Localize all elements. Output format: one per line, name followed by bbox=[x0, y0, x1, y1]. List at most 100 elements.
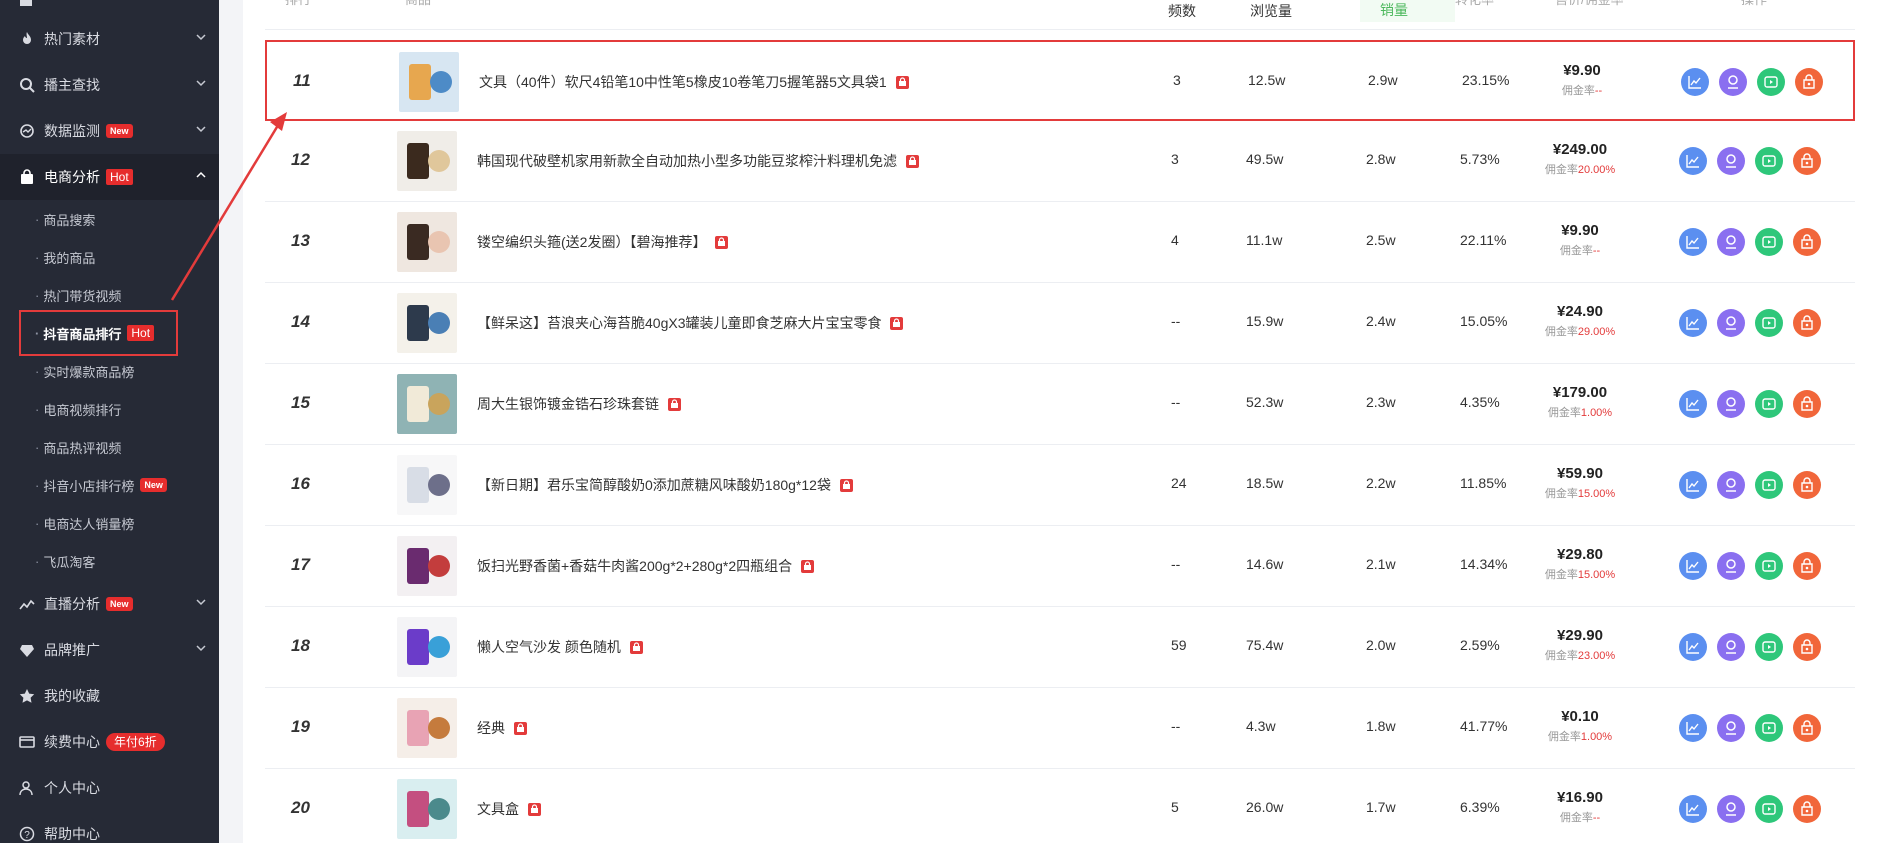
product-title-text[interactable]: 文具（40件）软尺4铅笔10中性笔5橡皮10卷笔刀5握笔器5文具袋1 bbox=[479, 72, 887, 92]
product-title[interactable]: 韩国现代破壁机家用新款全自动加热小型多功能豆浆榨汁料理机免滤 bbox=[477, 151, 920, 171]
shop-icon[interactable] bbox=[895, 75, 910, 90]
video-button[interactable] bbox=[1755, 552, 1783, 580]
shop-button[interactable] bbox=[1793, 552, 1821, 580]
product-title-text[interactable]: 韩国现代破壁机家用新款全自动加热小型多功能豆浆榨汁料理机免滤 bbox=[477, 151, 897, 171]
product-thumbnail[interactable] bbox=[397, 617, 457, 677]
video-button[interactable] bbox=[1755, 471, 1783, 499]
trend-chart-button[interactable] bbox=[1679, 228, 1707, 256]
table-row[interactable]: 13 镂空编织头箍(送2发圈）【碧海推荐】 4 11.1w 2.5w 22.11… bbox=[265, 202, 1855, 283]
product-thumbnail[interactable] bbox=[397, 698, 457, 758]
product-thumbnail[interactable] bbox=[397, 212, 457, 272]
product-title[interactable]: 饭扫光野香菌+香菇牛肉酱200g*2+280g*2四瓶组合 bbox=[477, 556, 815, 576]
shop-button[interactable] bbox=[1793, 390, 1821, 418]
anchor-button[interactable] bbox=[1717, 552, 1745, 580]
video-button[interactable] bbox=[1757, 68, 1785, 96]
sidebar-item-live-analysis[interactable]: 直播分析 New bbox=[0, 581, 219, 627]
shop-button[interactable] bbox=[1793, 714, 1821, 742]
video-button[interactable] bbox=[1755, 147, 1783, 175]
shop-icon[interactable] bbox=[714, 235, 729, 250]
table-row[interactable]: 17 饭扫光野香菌+香菇牛肉酱200g*2+280g*2四瓶组合 -- 14.6… bbox=[265, 526, 1855, 607]
sidebar-item-brand-promo[interactable]: 品牌推广 bbox=[0, 627, 219, 673]
anchor-button[interactable] bbox=[1717, 795, 1745, 823]
sub-item-hot-videos[interactable]: · 热门带货视频 bbox=[0, 276, 219, 314]
trend-chart-button[interactable] bbox=[1679, 552, 1707, 580]
product-thumbnail[interactable] bbox=[399, 52, 459, 112]
header-sales[interactable]: 销量 bbox=[1360, 0, 1455, 22]
product-thumbnail[interactable] bbox=[397, 455, 457, 515]
table-row[interactable]: 16 【新日期】君乐宝简醇酸奶0添加蔗糖风味酸奶180g*12袋 24 18.5… bbox=[265, 445, 1855, 526]
product-title[interactable]: 镂空编织头箍(送2发圈）【碧海推荐】 bbox=[477, 232, 729, 252]
product-title[interactable]: 【鲜呆这】苔浪夹心海苔脆40gX3罐装儿童即食芝麻大片宝宝零食 bbox=[477, 313, 904, 333]
sub-item-talent-sales[interactable]: · 电商达人销量榜 bbox=[0, 504, 219, 542]
table-row[interactable]: 15 周大生银饰镀金锆石珍珠套链 -- 52.3w 2.3w 4.35% ¥17… bbox=[265, 364, 1855, 445]
product-title[interactable]: 经典 bbox=[477, 718, 528, 738]
sidebar-item-renewal[interactable]: 续费中心 年付6折 bbox=[0, 719, 219, 765]
anchor-button[interactable] bbox=[1717, 147, 1745, 175]
sidebar-item-hot-materials[interactable]: 热门素材 bbox=[0, 16, 219, 62]
table-row[interactable]: 12 韩国现代破壁机家用新款全自动加热小型多功能豆浆榨汁料理机免滤 3 49.5… bbox=[265, 121, 1855, 202]
video-button[interactable] bbox=[1755, 633, 1783, 661]
shop-button[interactable] bbox=[1793, 471, 1821, 499]
trend-chart-button[interactable] bbox=[1679, 471, 1707, 499]
product-thumbnail[interactable] bbox=[397, 374, 457, 434]
header-frequency[interactable]: 频数 bbox=[1168, 0, 1196, 24]
anchor-button[interactable] bbox=[1717, 714, 1745, 742]
shop-button[interactable] bbox=[1793, 633, 1821, 661]
trend-chart-button[interactable] bbox=[1679, 795, 1707, 823]
product-title[interactable]: 文具盒 bbox=[477, 799, 542, 819]
table-row[interactable]: 14 【鲜呆这】苔浪夹心海苔脆40gX3罐装儿童即食芝麻大片宝宝零食 -- 15… bbox=[265, 283, 1855, 364]
product-title[interactable]: 【新日期】君乐宝简醇酸奶0添加蔗糖风味酸奶180g*12袋 bbox=[477, 475, 854, 495]
trend-chart-button[interactable] bbox=[1679, 714, 1707, 742]
anchor-button[interactable] bbox=[1717, 390, 1745, 418]
sub-item-realtime-hot[interactable]: · 实时爆款商品榜 bbox=[0, 352, 219, 390]
trend-chart-button[interactable] bbox=[1679, 633, 1707, 661]
shop-button[interactable] bbox=[1793, 147, 1821, 175]
sidebar-item-ecommerce[interactable]: 电商分析 Hot bbox=[0, 154, 219, 200]
trend-chart-button[interactable] bbox=[1679, 309, 1707, 337]
product-thumbnail[interactable] bbox=[397, 536, 457, 596]
shop-icon[interactable] bbox=[527, 802, 542, 817]
trend-chart-button[interactable] bbox=[1681, 68, 1709, 96]
shop-icon[interactable] bbox=[905, 154, 920, 169]
shop-icon[interactable] bbox=[800, 559, 815, 574]
product-title-text[interactable]: 周大生银饰镀金锆石珍珠套链 bbox=[477, 394, 659, 414]
product-title-text[interactable]: 【鲜呆这】苔浪夹心海苔脆40gX3罐装儿童即食芝麻大片宝宝零食 bbox=[477, 313, 881, 333]
product-thumbnail[interactable] bbox=[397, 131, 457, 191]
shop-button[interactable] bbox=[1793, 309, 1821, 337]
product-title-text[interactable]: 文具盒 bbox=[477, 799, 519, 819]
product-title-text[interactable]: 经典 bbox=[477, 718, 505, 738]
shop-button[interactable] bbox=[1793, 795, 1821, 823]
table-row[interactable]: 11 文具（40件）软尺4铅笔10中性笔5橡皮10卷笔刀5握笔器5文具袋1 3 … bbox=[265, 40, 1855, 121]
anchor-button[interactable] bbox=[1719, 68, 1747, 96]
product-title[interactable]: 懒人空气沙发 颜色随机 bbox=[477, 637, 644, 657]
video-button[interactable] bbox=[1755, 714, 1783, 742]
product-title[interactable]: 文具（40件）软尺4铅笔10中性笔5橡皮10卷笔刀5握笔器5文具袋1 bbox=[479, 72, 910, 92]
product-title[interactable]: 周大生银饰镀金锆石珍珠套链 bbox=[477, 394, 682, 414]
table-row[interactable]: 18 懒人空气沙发 颜色随机 59 75.4w 2.0w 2.59% ¥29.9… bbox=[265, 607, 1855, 688]
sidebar-item-profile[interactable]: 个人中心 bbox=[0, 765, 219, 811]
sub-item-hot-review-videos[interactable]: · 商品热评视频 bbox=[0, 428, 219, 466]
trend-chart-button[interactable] bbox=[1679, 390, 1707, 418]
sidebar-item-help[interactable]: ? 帮助中心 bbox=[0, 811, 219, 843]
sidebar-item-data-monitor[interactable]: 数据监测 New bbox=[0, 108, 219, 154]
shop-icon[interactable] bbox=[667, 397, 682, 412]
anchor-button[interactable] bbox=[1717, 228, 1745, 256]
video-button[interactable] bbox=[1755, 309, 1783, 337]
video-button[interactable] bbox=[1755, 390, 1783, 418]
anchor-button[interactable] bbox=[1717, 471, 1745, 499]
anchor-button[interactable] bbox=[1717, 309, 1745, 337]
sidebar-item-anchor-search[interactable]: 播主查找 bbox=[0, 62, 219, 108]
video-button[interactable] bbox=[1755, 228, 1783, 256]
shop-icon[interactable] bbox=[839, 478, 854, 493]
sub-item-feigua-taoke[interactable]: · 飞瓜淘客 bbox=[0, 542, 219, 580]
trend-chart-button[interactable] bbox=[1679, 147, 1707, 175]
shop-button[interactable] bbox=[1793, 228, 1821, 256]
header-views[interactable]: 浏览量 bbox=[1250, 0, 1292, 24]
shop-icon[interactable] bbox=[629, 640, 644, 655]
product-thumbnail[interactable] bbox=[397, 293, 457, 353]
shop-icon[interactable] bbox=[889, 316, 904, 331]
header-price[interactable]: 售价/佣金率 bbox=[1555, 0, 1624, 13]
product-title-text[interactable]: 【新日期】君乐宝简醇酸奶0添加蔗糖风味酸奶180g*12袋 bbox=[477, 475, 831, 495]
product-title-text[interactable]: 镂空编织头箍(送2发圈）【碧海推荐】 bbox=[477, 232, 706, 252]
sub-item-shop-ranking[interactable]: · 抖音小店排行榜 New bbox=[0, 466, 219, 504]
